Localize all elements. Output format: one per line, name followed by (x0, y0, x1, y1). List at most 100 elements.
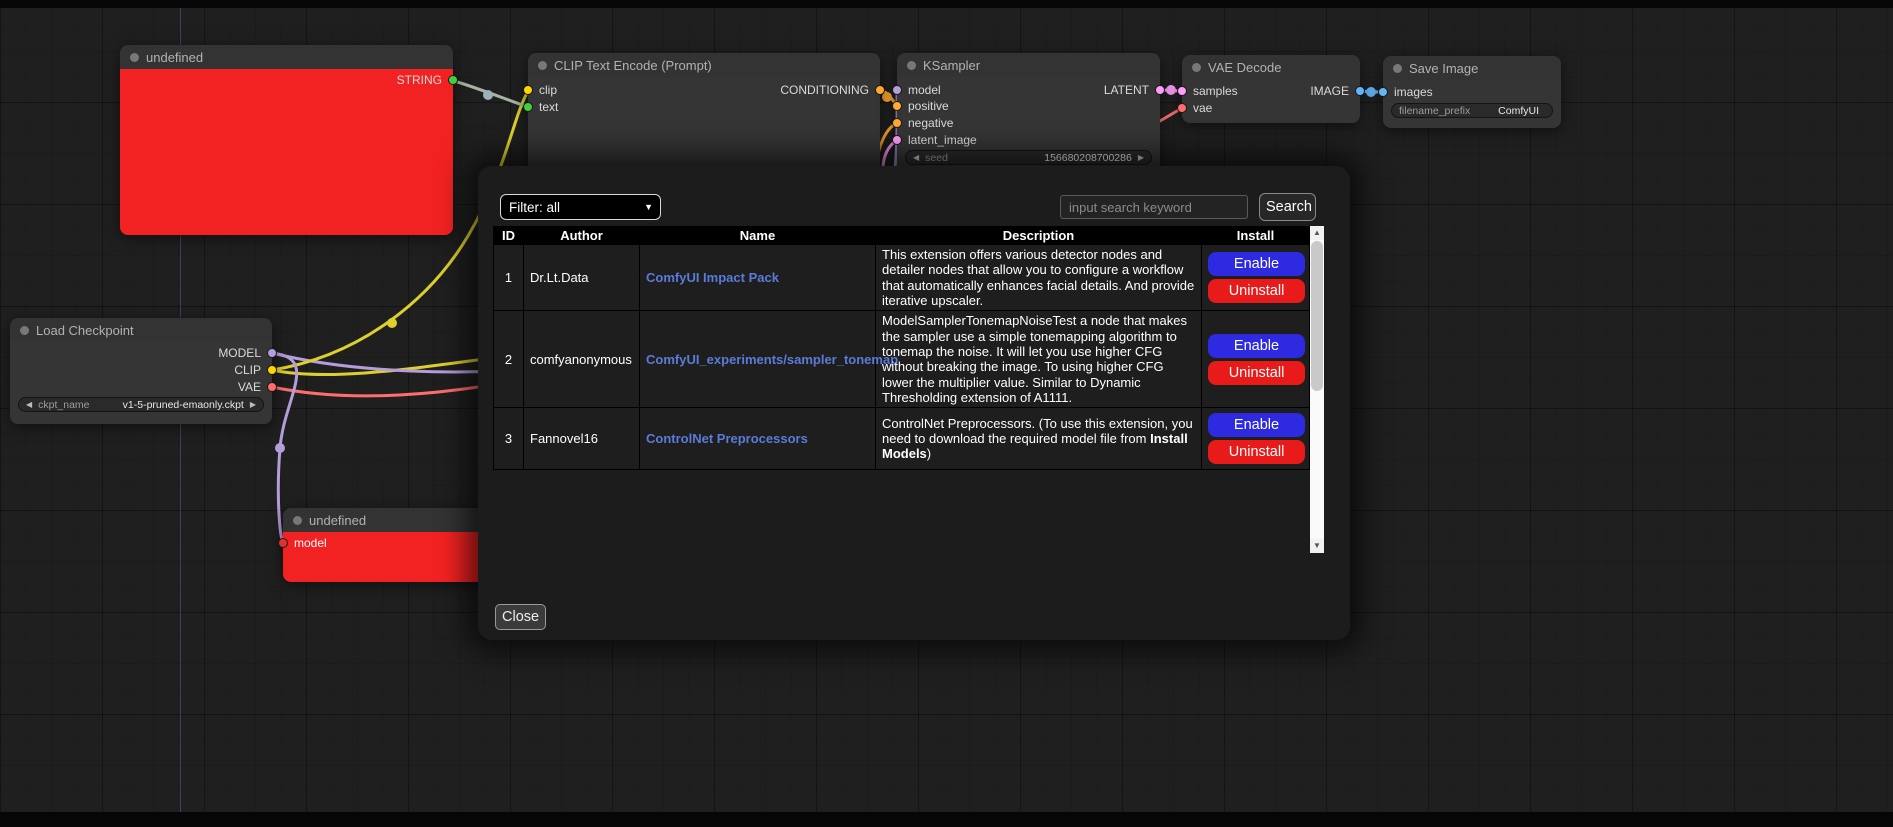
node-title: Load Checkpoint (36, 323, 134, 338)
collapse-dot[interactable] (907, 61, 916, 70)
node-title: VAE Decode (1208, 60, 1281, 75)
port-dot[interactable] (1378, 87, 1388, 97)
port-dot[interactable] (1177, 103, 1187, 113)
extension-description: ModelSamplerTonemapNoiseTest a node that… (876, 311, 1202, 408)
node-header[interactable]: Save Image (1383, 56, 1561, 80)
next-arrow-icon[interactable]: ▶ (250, 397, 256, 412)
input-port-vae[interactable]: vae (1177, 101, 1212, 115)
description-text: ModelSamplerTonemapNoiseTest a node that… (882, 313, 1187, 405)
filename-prefix-widget[interactable]: filename_prefix ComfyUI (1391, 103, 1553, 118)
input-port-model[interactable]: model (892, 83, 941, 97)
uninstall-button[interactable]: Uninstall (1208, 361, 1305, 385)
input-port-images[interactable]: images (1378, 85, 1433, 99)
port-dot[interactable] (267, 382, 277, 392)
input-port-clip[interactable]: clip (523, 83, 557, 97)
output-port-clip[interactable]: CLIP (234, 363, 277, 377)
port-dot[interactable] (892, 85, 902, 95)
decrement-arrow-icon[interactable]: ◀ (913, 150, 919, 165)
node-undefined-top[interactable]: undefined STRING (120, 45, 453, 235)
collapse-dot[interactable] (1393, 64, 1402, 73)
extension-name-cell: ComfyUI_experiments/sampler_tonemap (640, 311, 876, 408)
port-dot[interactable] (523, 102, 533, 112)
output-port-vae[interactable]: VAE (238, 380, 277, 394)
port-dot[interactable] (267, 365, 277, 375)
port-dot[interactable] (892, 135, 902, 145)
port-dot[interactable] (892, 118, 902, 128)
enable-button[interactable]: Enable (1208, 334, 1305, 358)
port-dot[interactable] (267, 348, 277, 358)
collapse-dot[interactable] (20, 326, 29, 335)
filter-select[interactable]: Filter: all (500, 194, 661, 220)
node-load-checkpoint[interactable]: Load Checkpoint MODEL CLIP VAE ◀ ckpt_na… (10, 318, 272, 424)
comfyui-canvas[interactable]: undefined STRING CLIP Text Encode (Promp… (0, 0, 1893, 827)
output-port-string[interactable]: STRING (397, 73, 458, 87)
seed-widget[interactable]: ◀ seed 156680208700286 ▶ (905, 150, 1152, 165)
port-dot[interactable] (278, 538, 288, 548)
install-cell: Enable Uninstall (1202, 408, 1310, 470)
node-header[interactable]: CLIP Text Encode (Prompt) (528, 53, 880, 77)
node-title: Save Image (1409, 61, 1478, 76)
collapse-dot[interactable] (130, 53, 139, 62)
collapse-dot[interactable] (293, 516, 302, 525)
uninstall-button[interactable]: Uninstall (1208, 279, 1305, 303)
port-dot[interactable] (892, 101, 902, 111)
widget-value: ComfyUI (1498, 105, 1539, 117)
uninstall-button[interactable]: Uninstall (1208, 440, 1305, 464)
filter-select-wrap: Filter: all ▼ (500, 194, 661, 220)
output-port-conditioning[interactable]: CONDITIONING (780, 83, 885, 97)
extension-link[interactable]: ComfyUI_experiments/sampler_tonemap (646, 352, 898, 367)
node-body: samples vae IMAGE (1182, 79, 1360, 123)
enable-button[interactable]: Enable (1208, 413, 1305, 437)
node-header[interactable]: undefined (120, 45, 453, 69)
input-port-samples[interactable]: samples (1177, 84, 1238, 98)
increment-arrow-icon[interactable]: ▶ (1138, 150, 1144, 165)
node-body: STRING (120, 69, 453, 235)
input-port-negative[interactable]: negative (892, 116, 953, 130)
port-label: CONDITIONING (780, 83, 869, 97)
node-header[interactable]: KSampler (897, 53, 1160, 77)
node-save-image[interactable]: Save Image images filename_prefix ComfyU… (1383, 56, 1561, 128)
scroll-down-icon[interactable]: ▼ (1310, 539, 1324, 553)
node-clip-text-encode[interactable]: CLIP Text Encode (Prompt) clip text COND… (528, 53, 880, 177)
output-port-latent[interactable]: LATENT (1104, 83, 1165, 97)
column-header-install: Install (1202, 227, 1310, 245)
search-input[interactable] (1060, 195, 1248, 219)
ckpt-name-widget[interactable]: ◀ ckpt_name v1-5-pruned-emaonly.ckpt ▶ (18, 397, 264, 412)
input-port-positive[interactable]: positive (892, 99, 949, 113)
enable-button[interactable]: Enable (1208, 252, 1305, 276)
node-header[interactable]: VAE Decode (1182, 55, 1360, 79)
collapse-dot[interactable] (1192, 63, 1201, 72)
port-dot[interactable] (1155, 85, 1165, 95)
port-dot[interactable] (1355, 86, 1365, 96)
extension-link[interactable]: ControlNet Preprocessors (646, 431, 808, 446)
node-vae-decode[interactable]: VAE Decode samples vae IMAGE (1182, 55, 1360, 123)
node-body: model positive negative latent_image LAT… (897, 77, 1160, 177)
extensions-table: ID Author Name Description Install 1Dr.L… (493, 226, 1310, 470)
node-body: MODEL CLIP VAE ◀ ckpt_name v1-5-pruned-e… (10, 342, 272, 424)
port-label: IMAGE (1310, 84, 1349, 98)
output-port-image[interactable]: IMAGE (1310, 84, 1365, 98)
port-dot[interactable] (448, 75, 458, 85)
input-port-model[interactable]: model (278, 536, 327, 550)
scrollbar-thumb[interactable] (1311, 241, 1323, 391)
node-header[interactable]: Load Checkpoint (10, 318, 272, 342)
input-port-latent-image[interactable]: latent_image (892, 133, 977, 147)
previous-arrow-icon[interactable]: ◀ (26, 397, 32, 412)
output-port-model[interactable]: MODEL (218, 346, 277, 360)
node-ksampler[interactable]: KSampler model positive negative latent_… (897, 53, 1160, 177)
port-dot[interactable] (1177, 86, 1187, 96)
input-port-text[interactable]: text (523, 100, 558, 114)
scroll-up-icon[interactable]: ▲ (1310, 226, 1324, 240)
port-dot[interactable] (523, 85, 533, 95)
widget-label: filename_prefix (1399, 105, 1470, 117)
collapse-dot[interactable] (538, 61, 547, 70)
install-cell: Enable Uninstall (1202, 245, 1310, 311)
table-scrollbar[interactable]: ▲ ▼ (1310, 226, 1324, 553)
extension-author: Dr.Lt.Data (524, 245, 640, 311)
port-label: model (294, 536, 327, 550)
extension-id: 3 (494, 408, 524, 470)
search-button[interactable]: Search (1259, 193, 1316, 221)
port-dot[interactable] (875, 85, 885, 95)
close-button[interactable]: Close (495, 604, 546, 630)
extension-link[interactable]: ComfyUI Impact Pack (646, 270, 779, 285)
